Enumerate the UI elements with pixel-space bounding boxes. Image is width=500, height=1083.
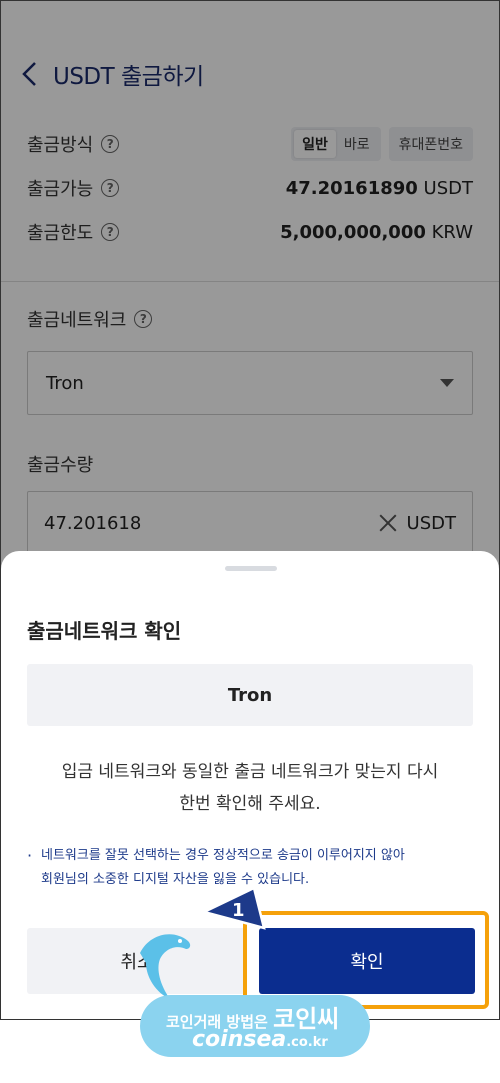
dolphin-icon <box>140 934 191 999</box>
step-number: 1 <box>232 900 245 921</box>
phone-frame: USDT 출금하기 출금방식 ? 일반 바로 휴대폰번호 출금가능 ? 47.2… <box>0 0 500 1020</box>
watermark: 코인거래 방법은 코인씨 coinsea.co.kr <box>130 934 370 1075</box>
dialog-title: 출금네트워크 확인 <box>27 619 182 643</box>
sheet-handle[interactable] <box>225 566 277 571</box>
dialog-message: 입금 네트워크와 동일한 출금 네트워크가 맞는지 다시 한번 확인해 주세요. <box>27 756 473 820</box>
watermark-domain: coinsea <box>192 1027 287 1052</box>
network-confirm-sheet: 출금네트워크 확인 Tron 입금 네트워크와 동일한 출금 네트워크가 맞는지… <box>1 551 499 1019</box>
dialog-message-line: 한번 확인해 주세요. <box>179 794 321 814</box>
dialog-network-value: Tron <box>27 664 473 726</box>
dialog-warning-line: 네트워크를 잘못 선택하는 경우 정상적으로 송금이 이루어지지 않아 <box>41 848 405 863</box>
dialog-message-line: 입금 네트워크와 동일한 출금 네트워크가 맞는지 다시 <box>61 762 439 782</box>
step-arrow-icon: 1 <box>200 886 266 930</box>
watermark-tld: .co.kr <box>286 1035 328 1050</box>
